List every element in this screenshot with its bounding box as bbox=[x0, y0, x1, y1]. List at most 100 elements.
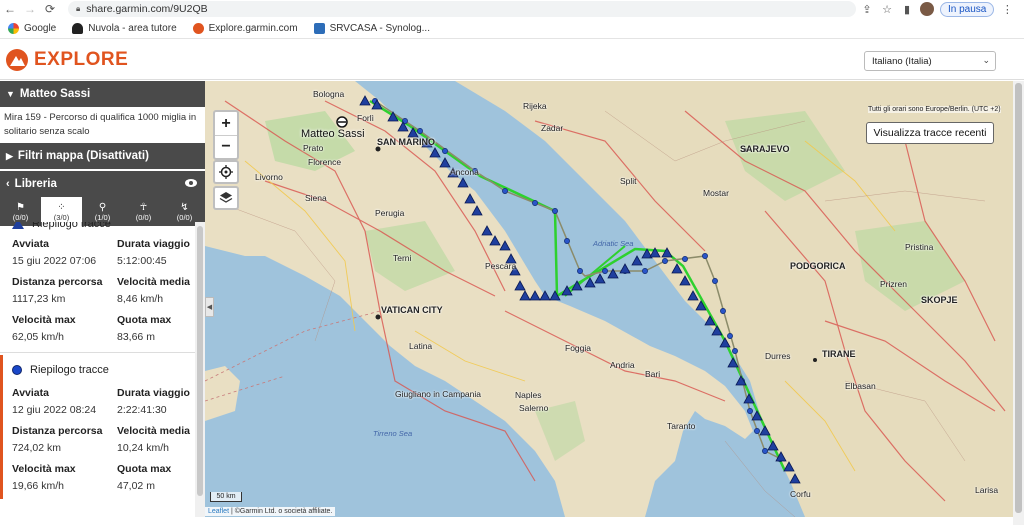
track-point-dot[interactable] bbox=[577, 268, 583, 274]
track-summary-2[interactable]: Riepilogo tracce Avviata 12 giu 2022 08:2… bbox=[0, 355, 195, 499]
page-scrollbar[interactable] bbox=[1013, 81, 1024, 525]
track-point-dot[interactable] bbox=[662, 258, 668, 264]
synology-icon bbox=[313, 23, 325, 34]
eye-icon[interactable] bbox=[185, 179, 197, 187]
reload-icon[interactable]: ⟳ bbox=[40, 0, 60, 18]
address-bar[interactable]: 🔒︎ share.garmin.com/9U2QB bbox=[68, 1, 856, 17]
locate-button[interactable] bbox=[213, 160, 239, 184]
map-label: Siena bbox=[305, 193, 327, 203]
sidepanel-icon[interactable]: ▮ bbox=[900, 2, 914, 16]
duration-label: Durata viaggio bbox=[117, 238, 190, 250]
map-label: Terni bbox=[393, 253, 412, 263]
scrollbar-thumb[interactable] bbox=[197, 226, 203, 496]
map-label: Naples bbox=[515, 390, 542, 400]
map-view[interactable]: Bologna Forlì Matteo Sassi SAN MARINO Pr… bbox=[205, 81, 1013, 517]
caret-right-icon: ▶ bbox=[6, 150, 13, 161]
kebab-menu-icon[interactable]: ⋮ bbox=[1000, 2, 1014, 16]
track-point-dot[interactable] bbox=[417, 128, 423, 134]
map-label: Mostar bbox=[703, 188, 729, 198]
layers-button[interactable] bbox=[213, 186, 239, 210]
filters-label: Filtri mappa (Disattivati) bbox=[17, 150, 149, 162]
map-label: Perugia bbox=[375, 208, 405, 218]
track-point-dot[interactable] bbox=[642, 268, 648, 274]
runner-icon: ⚲ bbox=[98, 201, 107, 213]
track-point-dot[interactable] bbox=[602, 268, 608, 274]
track-point-dot[interactable] bbox=[532, 200, 538, 206]
user-header[interactable]: ▼ Matteo Sassi bbox=[0, 81, 205, 107]
map-label: Prato bbox=[303, 143, 324, 153]
distance-value: 724,02 km bbox=[12, 442, 62, 454]
track-point-dot[interactable] bbox=[502, 188, 508, 194]
share-icon[interactable]: ⇪ bbox=[860, 2, 874, 16]
sidebar-scrollbar[interactable] bbox=[195, 222, 205, 517]
language-select[interactable]: Italiano (Italia) ⌄ bbox=[864, 51, 996, 71]
duration-value: 2:22:41:30 bbox=[117, 404, 167, 416]
avatar[interactable] bbox=[920, 2, 934, 16]
city-dot bbox=[375, 146, 381, 152]
leaflet-link[interactable]: Leaflet bbox=[208, 508, 229, 515]
map-label: Ancona bbox=[450, 167, 479, 177]
zoom-in-button[interactable]: + bbox=[215, 112, 237, 135]
google-icon bbox=[8, 23, 19, 34]
avg-speed-label: Velocità media bbox=[117, 276, 190, 288]
star-icon[interactable]: ☆ bbox=[880, 2, 894, 16]
track-point-dot[interactable] bbox=[552, 208, 558, 214]
scrollbar-thumb[interactable] bbox=[1015, 83, 1022, 513]
track-point-dot[interactable] bbox=[732, 348, 738, 354]
max-speed-label: Velocità max bbox=[12, 314, 76, 326]
track-point-triangle[interactable] bbox=[619, 263, 631, 274]
logo-text: EXPLORE bbox=[34, 49, 129, 70]
max-alt-value: 47,02 m bbox=[117, 480, 155, 492]
bookmark-google[interactable]: Google bbox=[8, 23, 56, 34]
recent-tracks-button[interactable]: Visualizza tracce recenti bbox=[866, 122, 994, 144]
map-label: SKOPJE bbox=[921, 295, 958, 305]
max-alt-value: 83,66 m bbox=[117, 331, 155, 343]
track-point-triangle[interactable] bbox=[631, 255, 643, 266]
map-label: SAN MARINO bbox=[377, 137, 435, 147]
status-pill[interactable]: In pausa bbox=[940, 1, 995, 17]
track-point-dot[interactable] bbox=[720, 308, 726, 314]
back-arrow-icon[interactable]: ← bbox=[0, 0, 20, 18]
track-point-dot[interactable] bbox=[442, 148, 448, 154]
track-point-dot[interactable] bbox=[712, 278, 718, 284]
bookmark-synology[interactable]: SRVCASA - Synolog... bbox=[313, 23, 430, 34]
map-label: Salerno bbox=[519, 403, 549, 413]
bookmark-explore[interactable]: Explore.garmin.com bbox=[192, 23, 298, 34]
duration-label: Durata viaggio bbox=[117, 387, 190, 399]
started-value: 12 giu 2022 08:24 bbox=[12, 404, 97, 416]
map-filters-header[interactable]: ▶ Filtri mappa (Disattivati) bbox=[0, 143, 205, 169]
track-summary-1[interactable]: Riepilogo tracce Avviata 15 giu 2022 07:0… bbox=[0, 222, 195, 350]
user-name: Matteo Sassi bbox=[19, 88, 91, 100]
avg-speed-value: 8,46 km/h bbox=[117, 293, 164, 305]
circle-icon bbox=[12, 365, 22, 375]
caret-down-icon: ▼ bbox=[6, 89, 15, 99]
track-header: Riepilogo tracce bbox=[12, 222, 187, 236]
forward-arrow-icon[interactable]: → bbox=[20, 0, 40, 18]
map-label: Bologna bbox=[313, 89, 345, 99]
collapse-sidebar-button[interactable]: ◀ bbox=[205, 297, 214, 317]
track-point-dot[interactable] bbox=[762, 448, 768, 454]
user-marker-label[interactable]: Matteo Sassi bbox=[301, 128, 365, 140]
track-point-dot[interactable] bbox=[564, 238, 570, 244]
explore-logo[interactable]: EXPLORE bbox=[6, 49, 128, 71]
map-attribution: Leaflet | ©Garmin Ltd. o società affilia… bbox=[205, 507, 336, 516]
library-label: Libreria bbox=[14, 178, 57, 190]
footprints-icon: ⁘ bbox=[57, 201, 66, 213]
max-alt-label: Quota max bbox=[117, 463, 172, 475]
explore-icon bbox=[192, 23, 204, 34]
track-point-dot[interactable] bbox=[727, 333, 733, 339]
max-speed-label: Velocità max bbox=[12, 463, 76, 475]
zoom-out-button[interactable]: − bbox=[215, 135, 237, 158]
library-header[interactable]: ‹ Libreria bbox=[0, 171, 205, 197]
bookmark-nuvola[interactable]: Nuvola - area tutore bbox=[72, 23, 177, 34]
track-point-dot[interactable] bbox=[754, 428, 760, 434]
map-canvas bbox=[205, 81, 1013, 517]
track-point-dot[interactable] bbox=[682, 256, 688, 262]
track-point-dot[interactable] bbox=[747, 408, 753, 414]
map-label: Prizren bbox=[880, 279, 907, 289]
track-point-triangle[interactable] bbox=[594, 273, 606, 284]
bookmarks-bar: Google Nuvola - area tutore Explore.garm… bbox=[0, 19, 1024, 39]
track-point-dot[interactable] bbox=[702, 253, 708, 259]
city-dot bbox=[813, 358, 817, 362]
cloud-icon bbox=[72, 23, 84, 34]
